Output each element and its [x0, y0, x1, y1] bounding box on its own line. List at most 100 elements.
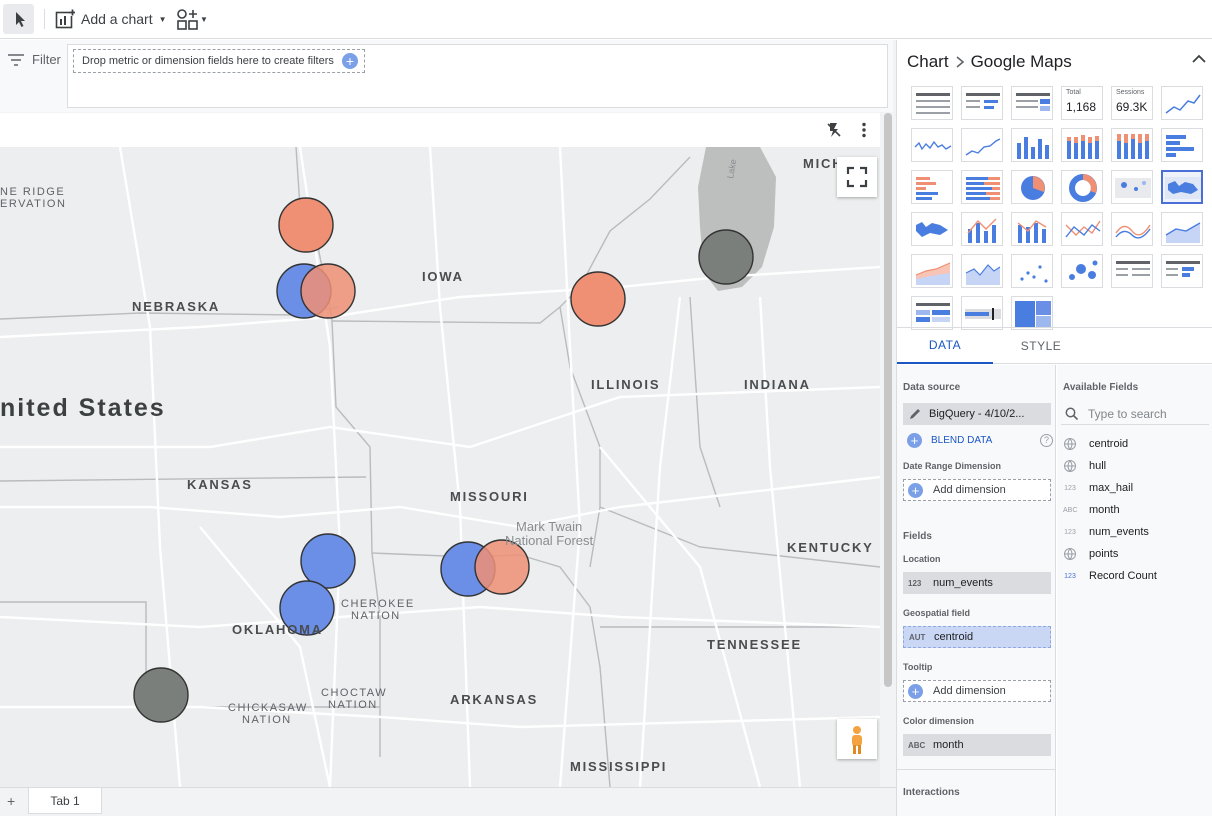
chart-type-pivot-bars[interactable] [1161, 254, 1203, 288]
filter-text: Filter [32, 52, 61, 67]
map-label: MISSISSIPPI [570, 759, 667, 774]
available-fields-column: Available Fields Type to search centroid… [1057, 365, 1212, 816]
field-item[interactable]: hull [1063, 455, 1106, 477]
chart-type-scatter[interactable] [1011, 254, 1053, 288]
chart-type-donut[interactable] [1061, 170, 1103, 204]
flash-off-icon[interactable] [826, 122, 842, 138]
location-value: num_events [933, 577, 993, 589]
field-item[interactable]: centroid [1063, 433, 1128, 455]
add-page-icon[interactable]: + [7, 793, 15, 809]
chart-type-table[interactable] [911, 86, 953, 120]
map-label: TENNESSEE [707, 637, 802, 652]
chart-type-100-bar[interactable] [961, 170, 1003, 204]
bubble[interactable] [474, 539, 530, 595]
field-item[interactable]: 123 max_hail [1063, 477, 1133, 499]
globe-icon [1064, 438, 1076, 451]
chart-type-time-series[interactable] [911, 128, 953, 162]
chart-type-table-heatmap[interactable] [1011, 86, 1053, 120]
map-canvas[interactable]: NE RIDGE ERVATION NEBRASKA IOWA ILLINOIS… [0, 147, 880, 787]
filter-drop-hint: Drop metric or dimension fields here to … [82, 55, 334, 67]
more-vert-icon[interactable] [861, 122, 867, 138]
chart-type-scorecard-sessions[interactable]: Sessions 69.3K [1111, 86, 1153, 120]
chart-type-time-series-smooth[interactable] [961, 128, 1003, 162]
chart-type-area[interactable] [1161, 212, 1203, 246]
bubble[interactable] [698, 229, 754, 285]
bubble[interactable] [278, 197, 334, 253]
field-item[interactable]: 123 num_events [1063, 521, 1149, 543]
chart-type-100-area[interactable] [961, 254, 1003, 288]
crumb-chart-type: Google Maps [970, 52, 1072, 71]
filter-drop-zone[interactable]: Drop metric or dimension fields here to … [73, 49, 365, 73]
chart-type-pivot-table[interactable] [1111, 254, 1153, 288]
chart-type-column[interactable] [1011, 128, 1053, 162]
section-divider [897, 769, 1056, 770]
filter-label[interactable]: Filter [8, 52, 61, 67]
fullscreen-button[interactable] [837, 157, 877, 197]
chevron-up-icon[interactable] [1192, 54, 1206, 64]
chart-type-stacked-area[interactable] [911, 254, 953, 288]
chart-type-combo[interactable] [961, 212, 1003, 246]
field-item[interactable]: 123 Record Count [1063, 565, 1157, 587]
data-source-chip[interactable]: BigQuery - 4/10/2... [903, 403, 1051, 425]
tab-label: Tab 1 [50, 793, 80, 808]
tab-data-label: DATA [928, 338, 962, 352]
map-label: MISSOURI [450, 489, 529, 504]
geospatial-field-chip[interactable]: AUT centroid [903, 626, 1051, 648]
canvas-scrollbar[interactable] [884, 113, 892, 687]
bubble[interactable] [133, 667, 189, 723]
filter-icon [8, 53, 24, 66]
add-filter-icon[interactable]: + [342, 53, 358, 69]
chart-type-bar[interactable] [1161, 128, 1203, 162]
google-maps-chart[interactable]: NE RIDGE ERVATION NEBRASKA IOWA ILLINOIS… [0, 113, 880, 787]
bubble[interactable] [300, 263, 356, 319]
add-icon: + [907, 433, 922, 448]
add-tooltip-dimension[interactable]: + Add dimension [903, 680, 1051, 702]
chart-type-pivot-heatmap[interactable] [911, 296, 953, 330]
help-icon[interactable]: ? [1040, 434, 1053, 447]
toolbar-divider [44, 9, 45, 29]
search-icon [1065, 407, 1078, 420]
map-label: KANSAS [187, 477, 253, 492]
chart-type-100-column[interactable] [1111, 128, 1153, 162]
chart-type-world-map[interactable] [911, 212, 953, 246]
color-dimension-value: month [933, 739, 964, 751]
location-field-chip[interactable]: 123 num_events [903, 572, 1051, 594]
map-view[interactable]: NE RIDGE ERVATION NEBRASKA IOWA ILLINOIS… [0, 147, 880, 787]
blend-data-button[interactable]: + BLEND DATA ? [907, 433, 1053, 448]
chart-type-geo-map[interactable] [1111, 170, 1153, 204]
chart-type-scorecard-total[interactable]: Total 1,168 [1061, 86, 1103, 120]
chart-type-sparkline[interactable] [1161, 86, 1203, 120]
chart-type-bubble[interactable] [1061, 254, 1103, 288]
crumb-chart: Chart [907, 52, 949, 71]
chart-type-google-maps[interactable] [1161, 170, 1203, 204]
chart-type-pie[interactable] [1011, 170, 1053, 204]
bubble[interactable] [570, 271, 626, 327]
field-item[interactable]: points [1063, 543, 1118, 565]
field-search-input[interactable]: Type to search [1061, 403, 1209, 425]
select-tool-button[interactable] [3, 4, 34, 34]
filter-drop-area[interactable]: Drop metric or dimension fields here to … [67, 44, 888, 108]
chart-type-treemap[interactable] [1011, 296, 1053, 330]
chart-type-stacked-bar[interactable] [911, 170, 953, 204]
scorecard-value: 1,168 [1066, 100, 1097, 114]
add-chart-button[interactable]: Add a chart ▼ [55, 8, 167, 30]
tab-style[interactable]: STYLE [993, 328, 1089, 364]
add-control-button[interactable]: ▼ [176, 8, 208, 30]
tab-data[interactable]: DATA [897, 328, 993, 364]
map-label: ILLINOIS [591, 377, 660, 392]
chart-type-stacked-column[interactable] [1061, 128, 1103, 162]
chart-type-stacked-combo[interactable] [1011, 212, 1053, 246]
add-date-dimension[interactable]: + Add dimension [903, 479, 1051, 501]
chart-type-smoothed-line[interactable] [1111, 212, 1153, 246]
edit-pencil-icon[interactable] [908, 407, 922, 421]
color-dimension-chip[interactable]: ABC month [903, 734, 1051, 756]
field-item[interactable]: ABC month [1063, 499, 1120, 521]
chart-type-table-bars[interactable] [961, 86, 1003, 120]
chart-type-bullet[interactable] [961, 296, 1003, 330]
bubble[interactable] [300, 533, 356, 589]
fullscreen-icon [846, 166, 868, 188]
field-name: hull [1089, 460, 1107, 472]
tab-page-1[interactable]: Tab 1 [28, 788, 102, 814]
chart-type-line[interactable] [1061, 212, 1103, 246]
street-view-button[interactable] [837, 719, 877, 759]
